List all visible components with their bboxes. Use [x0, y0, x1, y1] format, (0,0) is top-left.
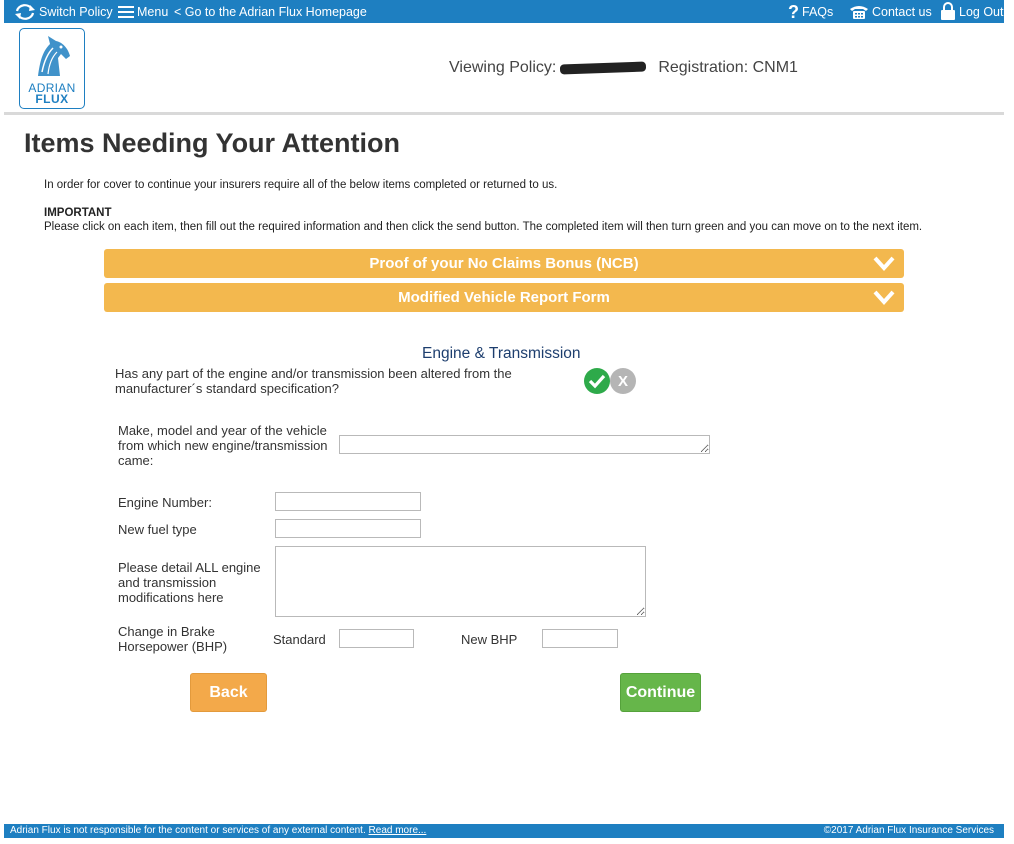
- modifications-label: Please detail ALL engine and transmissio…: [118, 560, 261, 605]
- footer-copyright: ©2017 Adrian Flux Insurance Services: [823, 825, 994, 836]
- faqs-link[interactable]: ? FAQs: [788, 0, 833, 23]
- standard-bhp-label: Standard: [273, 632, 326, 647]
- page-title: Items Needing Your Attention: [24, 128, 401, 158]
- make-model-year-label: Make, model and year of the vehicle from…: [118, 423, 328, 468]
- accordion-ncb-proof[interactable]: Proof of your No Claims Bonus (NCB): [104, 249, 904, 278]
- adrian-flux-logo[interactable]: ADRIAN FLUX: [19, 28, 85, 109]
- homepage-link[interactable]: < Go to the Adrian Flux Homepage: [174, 0, 367, 23]
- faqs-label: FAQs: [802, 4, 834, 19]
- bhp-change-label: Change in Brake Horsepower (BHP): [118, 624, 228, 654]
- instruction-text: Please click on each item, then fill out…: [44, 221, 923, 233]
- checkmark-icon: [584, 374, 610, 398]
- engine-number-label: Engine Number:: [118, 495, 212, 510]
- back-button[interactable]: Back: [190, 673, 267, 712]
- hamburger-icon: [118, 5, 134, 19]
- accordion-label: Modified Vehicle Report Form: [398, 289, 610, 306]
- section-title-engine-transmission: Engine & Transmission: [422, 345, 581, 362]
- homepage-link-label: < Go to the Adrian Flux Homepage: [174, 4, 367, 19]
- new-fuel-type-label: New fuel type: [118, 522, 197, 537]
- horse-head-icon: [28, 32, 76, 85]
- viewing-policy-label: Viewing Policy:: [449, 59, 557, 76]
- log-out-link[interactable]: Log Out: [940, 0, 1003, 23]
- accordion-modified-vehicle-report[interactable]: Modified Vehicle Report Form: [104, 283, 904, 312]
- footer-disclaimer-text: Adrian Flux is not responsible for the c…: [10, 825, 366, 836]
- padlock-icon: [940, 2, 956, 21]
- logo-wordmark-flux: FLUX: [35, 92, 69, 106]
- continue-button[interactable]: Continue: [620, 673, 701, 712]
- switch-policy-label: Switch Policy: [39, 4, 113, 19]
- yes-button[interactable]: [584, 368, 610, 394]
- modifications-textarea[interactable]: [275, 546, 646, 617]
- engine-altered-question: Has any part of the engine and/or transm…: [115, 366, 512, 396]
- close-icon: X: [617, 372, 628, 390]
- log-out-label: Log Out: [959, 4, 1004, 19]
- policy-info: Viewing Policy: Registration: CNM1: [449, 59, 798, 77]
- new-bhp-label: New BHP: [461, 632, 518, 647]
- top-navigation-bar: Switch Policy Menu < Go to the Adrian Fl…: [4, 0, 1004, 23]
- accordion-label: Proof of your No Claims Bonus (NCB): [369, 255, 639, 272]
- important-heading: IMPORTANT: [44, 207, 112, 219]
- standard-bhp-input[interactable]: [339, 629, 414, 648]
- no-button[interactable]: X: [610, 368, 636, 394]
- switch-policy-link[interactable]: Switch Policy: [14, 0, 113, 23]
- site-header: ADRIAN FLUX Viewing Policy: Registration:…: [4, 23, 1004, 115]
- make-model-year-input[interactable]: [339, 435, 710, 454]
- new-bhp-input[interactable]: [542, 629, 618, 648]
- contact-us-link[interactable]: Contact us: [849, 0, 932, 23]
- telephone-icon: [849, 4, 869, 20]
- site-footer: Adrian Flux is not responsible for the c…: [4, 824, 1004, 838]
- menu-label: Menu: [137, 4, 169, 19]
- chevron-down-icon: [872, 286, 896, 308]
- footer-disclaimer: Adrian Flux is not responsible for the c…: [10, 825, 426, 836]
- new-fuel-type-input[interactable]: [275, 519, 421, 538]
- chevron-down-icon: [872, 252, 896, 274]
- intro-text: In order for cover to continue your insu…: [44, 179, 558, 191]
- engine-number-input[interactable]: [275, 492, 421, 511]
- refresh-icon: [14, 3, 36, 21]
- menu-button[interactable]: Menu: [118, 0, 168, 23]
- read-more-link[interactable]: Read more...: [369, 825, 427, 836]
- redacted-policy-number: [560, 61, 647, 75]
- contact-us-label: Contact us: [872, 4, 932, 19]
- registration-label: Registration: CNM1: [658, 59, 798, 76]
- question-mark-icon: ?: [788, 1, 799, 22]
